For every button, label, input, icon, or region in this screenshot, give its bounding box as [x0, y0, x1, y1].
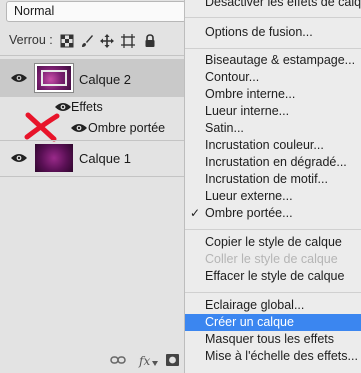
checkmark-icon: ✓ — [190, 206, 201, 220]
menu-item-gradient-overlay[interactable]: Incrustation en dégradé... — [185, 154, 361, 171]
menu-item-blending-options[interactable]: Options de fusion... — [185, 24, 361, 41]
menu-item-inner-glow[interactable]: Lueur interne... — [185, 103, 361, 120]
menu-separator — [185, 48, 361, 49]
menu-item-drop-shadow-label: Ombre portée... — [205, 206, 293, 220]
menu-item-color-overlay[interactable]: Incrustation couleur... — [185, 137, 361, 154]
menu-separator — [185, 292, 361, 293]
eye-icon[interactable] — [11, 153, 27, 163]
layer-style-context-menu: Désactiver les effets de calque Options … — [184, 0, 361, 373]
menu-item-inner-shadow[interactable]: Ombre interne... — [185, 86, 361, 103]
menu-item-paste-style: Coller le style de calque — [205, 252, 338, 266]
lock-row: Verrou : — [0, 30, 185, 52]
layer-thumbnail — [34, 63, 74, 93]
lock-label: Verrou : — [9, 33, 53, 47]
blend-mode-select[interactable]: Normal — [6, 1, 186, 22]
menu-item-copy-style[interactable]: Copier le style de calque — [185, 234, 361, 251]
panel-divider — [0, 55, 185, 56]
blend-mode-value: Normal — [14, 4, 55, 18]
eye-icon[interactable] — [55, 102, 71, 112]
layer-thumbnail — [35, 144, 73, 172]
effects-label[interactable]: Effets — [71, 100, 103, 114]
eye-icon[interactable] — [11, 73, 27, 83]
chevron-down-icon — [152, 361, 158, 366]
eye-icon[interactable] — [71, 123, 87, 133]
fx-icon[interactable]: fx — [139, 354, 150, 368]
menu-item-stroke[interactable]: Contour... — [185, 69, 361, 86]
menu-item-bevel-emboss[interactable]: Biseautage & estampage... — [185, 52, 361, 69]
menu-item-hide-all-effects[interactable]: Masquer tous les effets — [185, 331, 361, 348]
menu-item-disable-effects[interactable]: Désactiver les effets de calque — [185, 0, 361, 11]
lock-transparency-icon[interactable] — [60, 34, 74, 48]
menu-item-clear-style[interactable]: Effacer le style de calque — [185, 268, 361, 285]
lock-position-icon[interactable] — [100, 34, 114, 48]
menu-item-global-light[interactable]: Eclairage global... — [185, 297, 361, 314]
layers-panel: Normal Verrou : Calque 2 Effets Ombre po… — [0, 0, 186, 373]
lock-artboard-icon[interactable] — [121, 34, 135, 48]
lock-all-icon[interactable] — [143, 34, 157, 48]
link-layers-icon[interactable] — [110, 355, 126, 365]
add-mask-icon[interactable] — [166, 354, 179, 366]
lock-image-pixels-icon[interactable] — [80, 34, 94, 48]
thumbnail-frame — [41, 70, 67, 86]
layers-bottom-toolbar: fx — [0, 349, 185, 373]
layer-name[interactable]: Calque 1 — [79, 151, 131, 166]
effect-item-drop-shadow[interactable]: Ombre portée — [88, 121, 165, 135]
red-x-annotation — [24, 112, 60, 142]
menu-item-satin[interactable]: Satin... — [185, 120, 361, 137]
menu-item-drop-shadow[interactable]: ✓ Ombre portée... — [185, 205, 361, 222]
menu-item-pattern-overlay[interactable]: Incrustation de motif... — [185, 171, 361, 188]
menu-item-create-layer[interactable]: Créer un calque — [185, 314, 361, 331]
menu-separator — [185, 229, 361, 230]
layer-name[interactable]: Calque 2 — [79, 72, 131, 87]
menu-separator — [185, 17, 361, 18]
menu-item-scale-effects[interactable]: Mise à l'échelle des effets... — [185, 348, 361, 365]
layer-divider — [0, 176, 185, 177]
menu-item-outer-glow[interactable]: Lueur externe... — [185, 188, 361, 205]
